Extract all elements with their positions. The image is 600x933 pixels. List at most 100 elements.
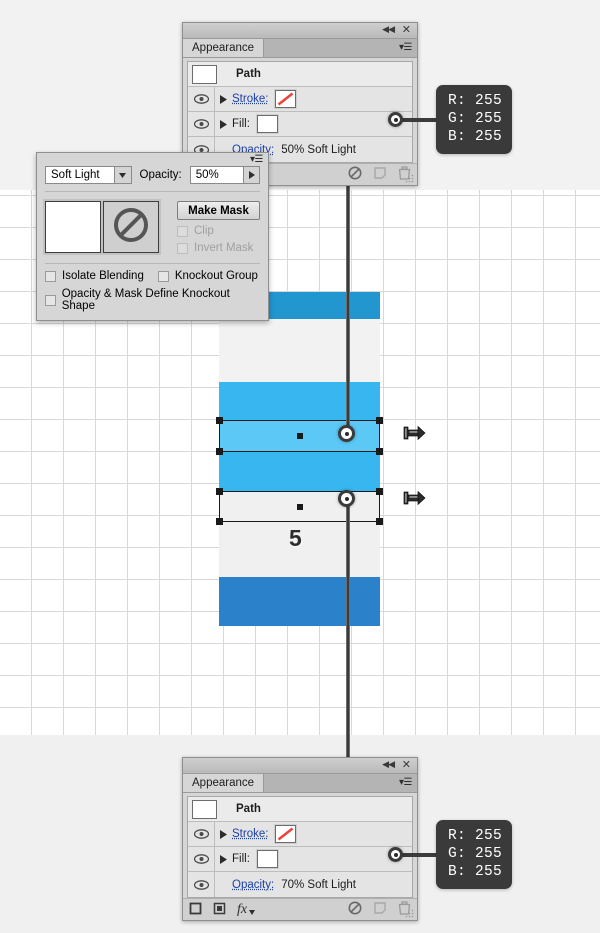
invert-mask-checkbox[interactable] (177, 242, 188, 254)
thumbnails-and-mask-row: Make Mask Clip Invert Mask (37, 192, 268, 263)
disclosure-triangle-stroke[interactable] (215, 94, 232, 104)
appearance-row-stroke[interactable]: Stroke: (188, 822, 412, 847)
duplicate-icon[interactable] (373, 166, 387, 183)
disclosure-triangle-stroke[interactable] (215, 829, 232, 839)
opacity-input[interactable]: 50% (189, 166, 260, 184)
band-cyan-2[interactable] (219, 451, 380, 491)
clip-checkbox-row[interactable]: Clip (177, 225, 260, 237)
appearance-row-fill[interactable]: Fill: (188, 847, 412, 872)
handle-bottom-left[interactable] (216, 518, 223, 525)
rgb-callout-bottom: R: 255 G: 255 B: 255 (436, 820, 513, 889)
handle-bottom-right[interactable] (376, 518, 383, 525)
anchor-point-upper[interactable] (338, 425, 355, 442)
appearance-target-row[interactable]: Path (188, 797, 412, 822)
tab-appearance[interactable]: Appearance (183, 774, 265, 792)
path-target-label: Path (236, 803, 261, 815)
resize-grip[interactable] (405, 174, 414, 183)
panel-body: Path Stroke: (183, 58, 417, 163)
no-effect-icon[interactable] (348, 166, 362, 183)
panel-menu-icon[interactable]: ▾☰ (399, 777, 412, 788)
visibility-toggle-stroke[interactable] (188, 87, 215, 111)
disclosure-triangle-fill[interactable] (215, 119, 232, 129)
add-new-fill-icon[interactable] (213, 902, 226, 918)
make-mask-button[interactable]: Make Mask (177, 201, 260, 220)
path-target-label: Path (236, 68, 261, 80)
opacity-stepper-icon[interactable] (243, 167, 259, 183)
knockout-group-checkbox-row[interactable]: Knockout Group (157, 270, 258, 282)
panel-menu-icon[interactable]: ▾☰ (250, 154, 263, 165)
band-offwhite-1[interactable] (219, 319, 380, 382)
close-icon[interactable]: ✕ (402, 24, 411, 36)
duplicate-icon[interactable] (373, 901, 387, 918)
cursor-arrow-lower-icon (402, 490, 426, 509)
knockout-shape-checkbox-row[interactable]: Opacity & Mask Define Knockout Shape (45, 288, 260, 312)
handle-bottom-left[interactable] (216, 448, 223, 455)
panel-menu-icon[interactable]: ▾☰ (399, 42, 412, 53)
handle-top-right[interactable] (376, 417, 383, 424)
rgb-b-value: B: 255 (448, 864, 503, 880)
visibility-toggle-stroke[interactable] (188, 822, 215, 846)
appearance-attribute-list: Path Stroke: (187, 796, 413, 898)
handle-bottom-right[interactable] (376, 448, 383, 455)
tab-appearance[interactable]: Appearance (183, 39, 265, 57)
invert-mask-label: Invert Mask (194, 242, 254, 254)
selection-lower[interactable] (216, 488, 383, 525)
visibility-toggle-opacity[interactable] (188, 872, 215, 897)
collapse-icon[interactable]: ◀◀ (382, 25, 395, 35)
rgb-g-value: G: 255 (448, 111, 503, 127)
knockout-shape-checkbox[interactable] (45, 294, 56, 306)
appearance-target-row[interactable]: Path (188, 62, 412, 87)
appearance-row-stroke[interactable]: Stroke: (188, 87, 412, 112)
appearance-panel-bottom[interactable]: ◀◀ ✕ Appearance ▾☰ Path Stroke: Fill: Op… (182, 757, 418, 921)
resize-grip[interactable] (405, 909, 414, 918)
isolate-blending-checkbox[interactable] (45, 270, 56, 282)
band-cyan-1[interactable] (219, 382, 380, 421)
isolate-blending-checkbox-row[interactable]: Isolate Blending (45, 270, 144, 282)
handle-top-right[interactable] (376, 488, 383, 495)
fill-label[interactable]: Fill: (232, 118, 250, 130)
clip-checkbox[interactable] (177, 225, 188, 237)
stroke-swatch-none[interactable] (274, 824, 298, 844)
disclosure-triangle-fill[interactable] (215, 854, 232, 864)
collapse-icon[interactable]: ◀◀ (382, 760, 395, 770)
handle-top-left[interactable] (216, 488, 223, 495)
selection-upper[interactable] (216, 417, 383, 455)
appearance-row-fill[interactable]: Fill: (188, 112, 412, 137)
chevron-down-icon[interactable] (113, 167, 131, 183)
close-icon[interactable]: ✕ (402, 759, 411, 771)
rgb-r-value: R: 255 (448, 93, 503, 109)
blend-mode-value: Soft Light (51, 169, 100, 181)
transparency-panel-menurow: ▾☰ (37, 153, 268, 166)
stroke-label[interactable]: Stroke: (232, 93, 268, 105)
mask-thumbnail[interactable] (101, 199, 161, 255)
stroke-label[interactable]: Stroke: (232, 828, 268, 840)
knockout-group-checkbox[interactable] (157, 270, 169, 282)
center-point-marker (296, 433, 303, 439)
visibility-toggle-fill[interactable] (188, 112, 215, 136)
fill-swatch-white[interactable] (255, 114, 279, 134)
band-blue-bottom[interactable] (219, 577, 380, 626)
transparency-panel[interactable]: ▾☰ Soft Light Opacity: 50% Make Mask Cli… (36, 152, 269, 321)
handle-top-left[interactable] (216, 417, 223, 424)
appearance-row-opacity[interactable]: Opacity: 70% Soft Light (188, 872, 412, 897)
fill-label[interactable]: Fill: (232, 853, 250, 865)
artwork-group[interactable]: 5 (216, 292, 383, 626)
fill-swatch-white[interactable] (255, 849, 279, 869)
stroke-swatch-none[interactable] (274, 89, 298, 109)
fx-icon[interactable]: fx (237, 903, 247, 917)
add-new-stroke-icon[interactable] (189, 902, 202, 918)
opacity-label[interactable]: Opacity: (232, 879, 274, 891)
thumbnail-group (43, 199, 161, 255)
no-effect-icon[interactable] (348, 901, 362, 918)
mask-controls: Make Mask Clip Invert Mask (169, 201, 260, 254)
connector-stem-upper (346, 178, 350, 434)
visibility-toggle-fill[interactable] (188, 847, 215, 871)
artwork-thumbnail[interactable] (43, 199, 103, 255)
invert-mask-checkbox-row[interactable]: Invert Mask (177, 242, 260, 254)
opacity-value: 70% Soft Light (281, 878, 356, 891)
blend-mode-select[interactable]: Soft Light (45, 166, 132, 184)
panel-titlebar: ◀◀ ✕ (183, 758, 417, 774)
fx-dropdown-arrow-icon[interactable] (249, 906, 256, 918)
anchor-point-lower[interactable] (338, 490, 355, 507)
connector-stem-lower (346, 498, 350, 758)
